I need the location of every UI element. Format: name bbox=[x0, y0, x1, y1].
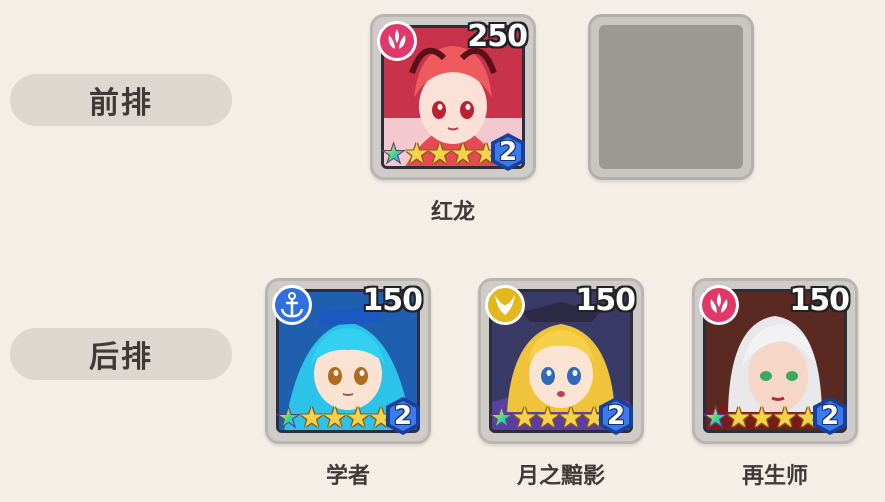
star-icon: ★ bbox=[404, 137, 430, 170]
fire-crest-icon bbox=[377, 21, 417, 61]
front-row-label: 前排 bbox=[10, 74, 232, 126]
hero-power: 250 bbox=[467, 19, 528, 54]
empty-hero-slot[interactable] bbox=[588, 14, 754, 180]
hero-card-red-dragon[interactable]: 250 ★ ★ ★ ★ ★ 2 bbox=[370, 14, 536, 180]
hero-level: 2 bbox=[393, 401, 413, 431]
star-icon: ★ bbox=[535, 401, 561, 434]
star-icon: ★ bbox=[380, 137, 407, 170]
hero-power: 150 bbox=[789, 283, 850, 318]
empty-slot-inner bbox=[599, 25, 743, 169]
hero-level: 2 bbox=[498, 137, 518, 167]
hero-name: 月之黯影 bbox=[516, 464, 605, 489]
hero-stars: ★ ★ ★ ★ ★ bbox=[275, 401, 393, 434]
star-icon: ★ bbox=[772, 401, 798, 434]
star-icon: ★ bbox=[749, 401, 775, 434]
anchor-icon bbox=[272, 285, 312, 325]
hero-power: 150 bbox=[362, 283, 423, 318]
hero-card-regenerator[interactable]: 150 ★ ★ ★ ★ ★ 2 bbox=[692, 278, 858, 444]
star-icon: ★ bbox=[427, 137, 453, 170]
star-icon: ★ bbox=[299, 401, 325, 434]
hero-card-moon-shadow[interactable]: 150 ★ ★ ★ ★ ★ 2 bbox=[478, 278, 644, 444]
hero-power: 150 bbox=[575, 283, 636, 318]
hero-name: 再生师 bbox=[741, 464, 808, 489]
star-icon: ★ bbox=[558, 401, 584, 434]
star-icon: ★ bbox=[726, 401, 752, 434]
hero-level: 2 bbox=[606, 401, 626, 431]
hero-level: 2 bbox=[820, 401, 840, 431]
hero-stars: ★ ★ ★ ★ ★ bbox=[488, 401, 606, 434]
star-icon: ★ bbox=[450, 137, 476, 170]
hero-name: 红龙 bbox=[430, 200, 475, 225]
hero-stars: ★ ★ ★ ★ ★ bbox=[702, 401, 820, 434]
star-icon: ★ bbox=[488, 401, 515, 434]
star-icon: ★ bbox=[275, 401, 302, 434]
star-icon: ★ bbox=[512, 401, 538, 434]
star-icon: ★ bbox=[702, 401, 729, 434]
fire-crest-icon bbox=[699, 285, 739, 325]
star-icon: ★ bbox=[345, 401, 371, 434]
hero-card-scholar[interactable]: 150 ★ ★ ★ ★ ★ 2 bbox=[265, 278, 431, 444]
back-row-label: 后排 bbox=[10, 328, 232, 380]
hero-stars: ★ ★ ★ ★ ★ bbox=[380, 137, 498, 170]
star-icon: ★ bbox=[322, 401, 348, 434]
horns-icon bbox=[485, 285, 525, 325]
hero-name: 学者 bbox=[325, 464, 370, 489]
